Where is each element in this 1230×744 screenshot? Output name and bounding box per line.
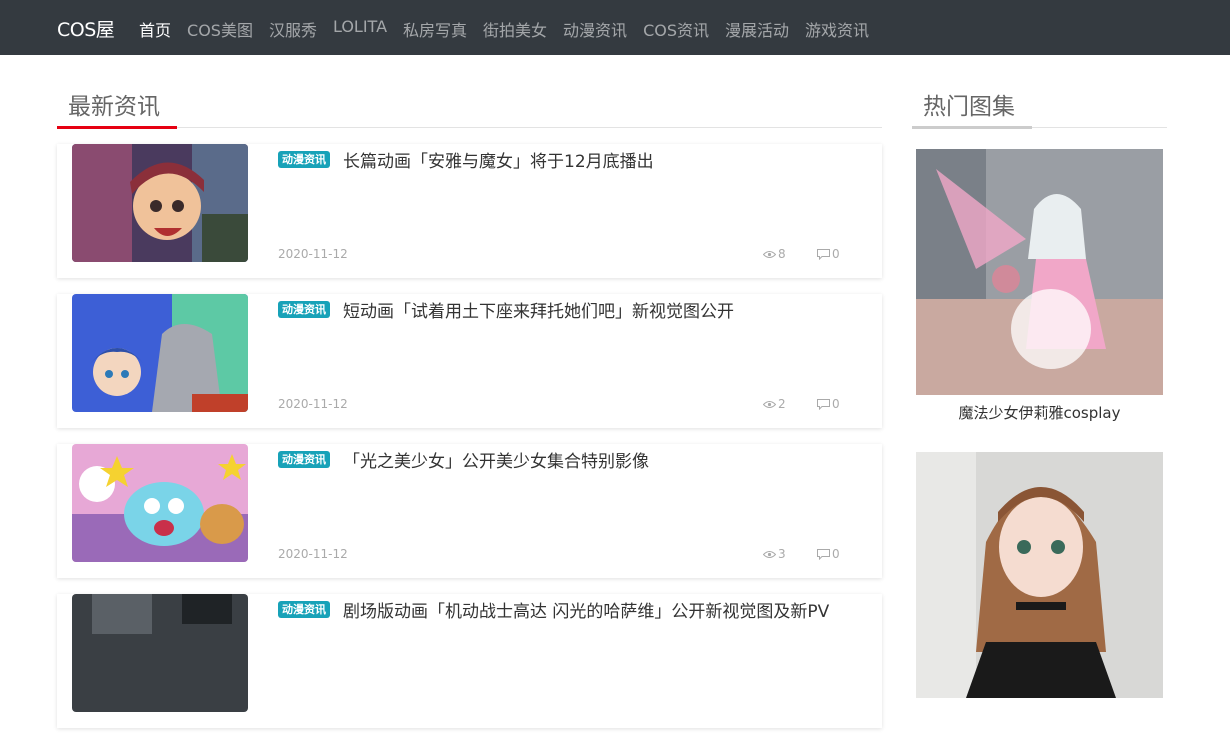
view-count-value: 2 bbox=[778, 397, 786, 411]
comment-count: 0 bbox=[817, 547, 840, 561]
article-thumbnail[interactable] bbox=[72, 144, 248, 262]
comment-count-value: 0 bbox=[832, 247, 840, 261]
gallery-image[interactable] bbox=[916, 452, 1163, 698]
latest-news-section: 最新资讯 动漫资讯 长篇动画「安雅与魔女」将于12月底播出 2020-11-12… bbox=[57, 87, 882, 728]
comment-count: 0 bbox=[817, 397, 840, 411]
nav-item-cos-news[interactable]: COS资讯 bbox=[643, 17, 709, 41]
category-badge[interactable]: 动漫资讯 bbox=[278, 301, 330, 318]
article-list: 动漫资讯 长篇动画「安雅与魔女」将于12月底播出 2020-11-12 8 0 bbox=[57, 144, 882, 744]
category-badge[interactable]: 动漫资讯 bbox=[278, 451, 330, 468]
comment-count-value: 0 bbox=[832, 547, 840, 561]
comment-icon bbox=[817, 548, 830, 560]
gallery-list: 魔法少女伊莉雅cosplay bbox=[916, 149, 1163, 728]
article-title[interactable]: 短动画「试着用土下座来拜托她们吧」新视觉图公开 bbox=[343, 297, 734, 322]
article-date: 2020-11-12 bbox=[278, 547, 348, 561]
sidebar-title: 热门图集 bbox=[923, 94, 1015, 120]
article-title[interactable]: 剧场版动画「机动战士高达 闪光的哈萨维」公开新视觉图及新PV bbox=[343, 597, 829, 622]
article-card[interactable]: 动漫资讯 剧场版动画「机动战士高达 闪光的哈萨维」公开新视觉图及新PV bbox=[57, 594, 882, 728]
nav-item-anime-news[interactable]: 动漫资讯 bbox=[563, 17, 627, 41]
view-count: 8 bbox=[763, 247, 786, 261]
view-count: 3 bbox=[763, 547, 786, 561]
category-badge[interactable]: 动漫资讯 bbox=[278, 601, 330, 618]
sidebar-header: 热门图集 bbox=[912, 87, 1167, 129]
hot-gallery-section: 热门图集 魔法少女伊莉雅cosplay bbox=[912, 87, 1167, 698]
comment-icon bbox=[817, 398, 830, 410]
article-card[interactable]: 动漫资讯 「光之美少女」公开美少女集合特别影像 2020-11-12 3 0 bbox=[57, 444, 882, 578]
category-badge[interactable]: 动漫资讯 bbox=[278, 151, 330, 168]
eye-icon bbox=[763, 550, 776, 558]
nav-item-home[interactable]: 首页 bbox=[139, 17, 171, 41]
main-nav: 首页 COS美图 汉服秀 LOLITA 私房写真 街拍美女 动漫资讯 COS资讯… bbox=[139, 17, 885, 41]
gallery-item[interactable]: 魔法少女伊莉雅cosplay bbox=[916, 149, 1163, 422]
gallery-caption[interactable]: 魔法少女伊莉雅cosplay bbox=[916, 402, 1163, 422]
comment-icon bbox=[817, 248, 830, 260]
eye-icon bbox=[763, 250, 776, 258]
article-date: 2020-11-12 bbox=[278, 397, 348, 411]
nav-item-hanfu[interactable]: 汉服秀 bbox=[269, 17, 317, 41]
nav-item-private-photos[interactable]: 私房写真 bbox=[403, 17, 467, 41]
section-header: 最新资讯 bbox=[57, 87, 882, 129]
view-count: 2 bbox=[763, 397, 786, 411]
nav-item-game-news[interactable]: 游戏资讯 bbox=[805, 17, 869, 41]
eye-icon bbox=[763, 400, 776, 408]
nav-item-convention[interactable]: 漫展活动 bbox=[725, 17, 789, 41]
nav-item-lolita[interactable]: LOLITA bbox=[333, 17, 387, 41]
comment-count-value: 0 bbox=[832, 397, 840, 411]
comment-count: 0 bbox=[817, 247, 840, 261]
section-title: 最新资讯 bbox=[68, 94, 160, 120]
view-count-value: 8 bbox=[778, 247, 786, 261]
sidebar-title-underline bbox=[912, 126, 1032, 129]
article-title[interactable]: 「光之美少女」公开美少女集合特别影像 bbox=[343, 447, 649, 472]
article-card[interactable]: 动漫资讯 短动画「试着用土下座来拜托她们吧」新视觉图公开 2020-11-12 … bbox=[57, 294, 882, 428]
gallery-image[interactable] bbox=[916, 149, 1163, 395]
article-card[interactable]: 动漫资讯 长篇动画「安雅与魔女」将于12月底播出 2020-11-12 8 0 bbox=[57, 144, 882, 278]
section-title-underline bbox=[57, 126, 177, 129]
brand-logo[interactable]: COS屋 bbox=[57, 15, 115, 42]
nav-item-street-snap[interactable]: 街拍美女 bbox=[483, 17, 547, 41]
nav-item-cos-photos[interactable]: COS美图 bbox=[187, 17, 253, 41]
article-title[interactable]: 长篇动画「安雅与魔女」将于12月底播出 bbox=[343, 147, 654, 172]
gallery-item[interactable] bbox=[916, 452, 1163, 698]
article-thumbnail[interactable] bbox=[72, 594, 248, 712]
article-thumbnail[interactable] bbox=[72, 444, 248, 562]
article-thumbnail[interactable] bbox=[72, 294, 248, 412]
article-date: 2020-11-12 bbox=[278, 247, 348, 261]
view-count-value: 3 bbox=[778, 547, 786, 561]
top-navbar: COS屋 首页 COS美图 汉服秀 LOLITA 私房写真 街拍美女 动漫资讯 … bbox=[0, 0, 1230, 55]
